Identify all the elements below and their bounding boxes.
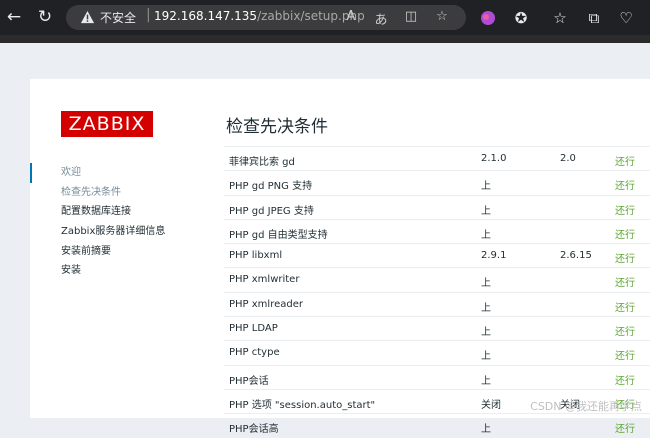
setup-card: ZABBIX 检查先决条件 欢迎 检查先决条件 配置数据库连接 Zabbix服务… bbox=[30, 79, 650, 435]
reload-icon[interactable]: ↻ bbox=[34, 6, 56, 28]
requirement-status: 还行 bbox=[615, 424, 635, 436]
requirement-row: PHP gd JPEG 支持 上 还行 bbox=[224, 194, 650, 219]
requirement-name: PHP 选项 "session.auto_start" bbox=[229, 399, 376, 411]
zabbix-logo: ZABBIX bbox=[61, 111, 153, 137]
toolbar-shadow bbox=[0, 35, 650, 43]
requirement-status: 还行 bbox=[615, 205, 635, 217]
requirement-name: PHP libxml bbox=[229, 250, 283, 262]
step-pre-install-summary: 安装前摘要 bbox=[61, 245, 111, 257]
collections-icon[interactable]: ⧉ bbox=[583, 7, 605, 29]
requirement-status: 还行 bbox=[615, 229, 635, 241]
favorite-star-icon[interactable]: ☆ bbox=[433, 9, 451, 24]
insecure-label: 不安全 bbox=[100, 11, 137, 25]
requirement-current: 上 bbox=[481, 205, 491, 217]
requirement-current: 2.9.1 bbox=[481, 250, 507, 262]
back-icon[interactable]: ← bbox=[3, 6, 25, 28]
requirement-current: 上 bbox=[481, 278, 491, 290]
requirement-row: PHP gd 自由类型支持 上 还行 bbox=[224, 218, 650, 243]
setup-steps: 欢迎 检查先决条件 配置数据库连接 Zabbix服务器详细信息 安装前摘要 安装 bbox=[30, 163, 200, 281]
translate-icon[interactable]: あ bbox=[372, 9, 390, 28]
requirement-status: 还行 bbox=[615, 278, 635, 290]
extensions-icon[interactable]: ✪ bbox=[510, 7, 532, 29]
requirement-row: PHP xmlwriter 上 还行 bbox=[224, 267, 650, 291]
requirement-name: PHP ctype bbox=[229, 347, 280, 359]
requirement-status: 还行 bbox=[615, 181, 635, 193]
requirement-current: 上 bbox=[481, 351, 491, 363]
requirement-current: 上 bbox=[481, 375, 491, 387]
requirement-row: PHP xmlreader 上 还行 bbox=[224, 291, 650, 316]
requirement-current: 上 bbox=[481, 181, 491, 193]
requirement-current: 上 bbox=[481, 302, 491, 314]
requirement-name: PHP会话高 bbox=[229, 424, 279, 436]
requirement-name: PHP会话 bbox=[229, 375, 269, 387]
requirement-name: PHP gd JPEG 支持 bbox=[229, 205, 314, 217]
step-db-connection: 配置数据库连接 bbox=[61, 206, 131, 218]
requirement-required: 2.6.15 bbox=[560, 250, 592, 262]
requirement-current: 关闭 bbox=[481, 399, 501, 411]
address-bar[interactable]: 不安全 | 192.168.147.135/zabbix/setup.php A… bbox=[66, 5, 466, 30]
requirement-row: PHP会话高 上 还行 bbox=[224, 413, 650, 437]
requirement-row: PHP libxml 2.9.1 2.6.15 还行 bbox=[224, 243, 650, 267]
url-separator: | bbox=[146, 7, 151, 23]
step-server-details: Zabbix服务器详细信息 bbox=[61, 226, 166, 238]
requirement-row: PHP会话 上 还行 bbox=[224, 364, 650, 389]
browser-toolbar: ← ↻ 不安全 | 192.168.147.135/zabbix/setup.p… bbox=[0, 0, 650, 35]
requirement-required: 2.0 bbox=[560, 153, 576, 164]
read-aloud-icon[interactable]: A bbox=[342, 9, 360, 24]
requirement-name: PHP LDAP bbox=[229, 323, 278, 335]
url-text: 192.168.147.135/zabbix/setup.php bbox=[154, 9, 365, 23]
requirement-status: 还行 bbox=[615, 254, 635, 266]
warning-icon[interactable] bbox=[80, 10, 95, 25]
requirement-current: 2.1.0 bbox=[481, 153, 507, 164]
requirement-name: PHP gd PNG 支持 bbox=[229, 181, 313, 193]
copilot-icon[interactable] bbox=[477, 7, 499, 29]
url-host: 192.168.147.135 bbox=[154, 9, 258, 23]
step-welcome: 欢迎 bbox=[30, 163, 200, 183]
requirement-row: 菲律宾比索 gd 2.1.0 2.0 还行 bbox=[224, 146, 650, 170]
requirement-name: PHP gd 自由类型支持 bbox=[229, 229, 328, 241]
requirement-status: 还行 bbox=[615, 157, 635, 168]
requirement-status: 还行 bbox=[615, 327, 635, 339]
requirement-name: 菲律宾比索 gd bbox=[229, 157, 295, 168]
reader-view-icon[interactable]: ◫ bbox=[402, 9, 420, 24]
requirement-row: PHP LDAP 上 还行 bbox=[224, 316, 650, 340]
requirement-name: PHP xmlwriter bbox=[229, 274, 300, 286]
requirement-status: 还行 bbox=[615, 302, 635, 314]
requirement-current: 上 bbox=[481, 424, 491, 436]
favorites-icon[interactable]: ☆ bbox=[549, 7, 571, 29]
page-title: 检查先决条件 bbox=[226, 117, 328, 137]
requirement-current: 上 bbox=[481, 327, 491, 339]
step-install: 安装 bbox=[61, 265, 81, 277]
watermark: CSDN @我还能再学点 bbox=[530, 400, 642, 413]
requirement-status: 还行 bbox=[615, 375, 635, 387]
requirements-table: 菲律宾比索 gd 2.1.0 2.0 还行 PHP gd PNG 支持上还行 PHP gd… bbox=[224, 146, 650, 438]
step-check-prerequisites: 检查先决条件 bbox=[61, 186, 121, 198]
browser-health-icon[interactable]: ♡ bbox=[615, 7, 637, 29]
requirement-current: 上 bbox=[481, 229, 491, 241]
requirement-row: PHP ctype 上 还行 bbox=[224, 340, 650, 364]
requirement-name: PHP xmlreader bbox=[229, 298, 303, 310]
requirement-status: 还行 bbox=[615, 351, 635, 363]
requirement-row: PHP gd PNG 支持 上 还行 bbox=[224, 170, 650, 194]
